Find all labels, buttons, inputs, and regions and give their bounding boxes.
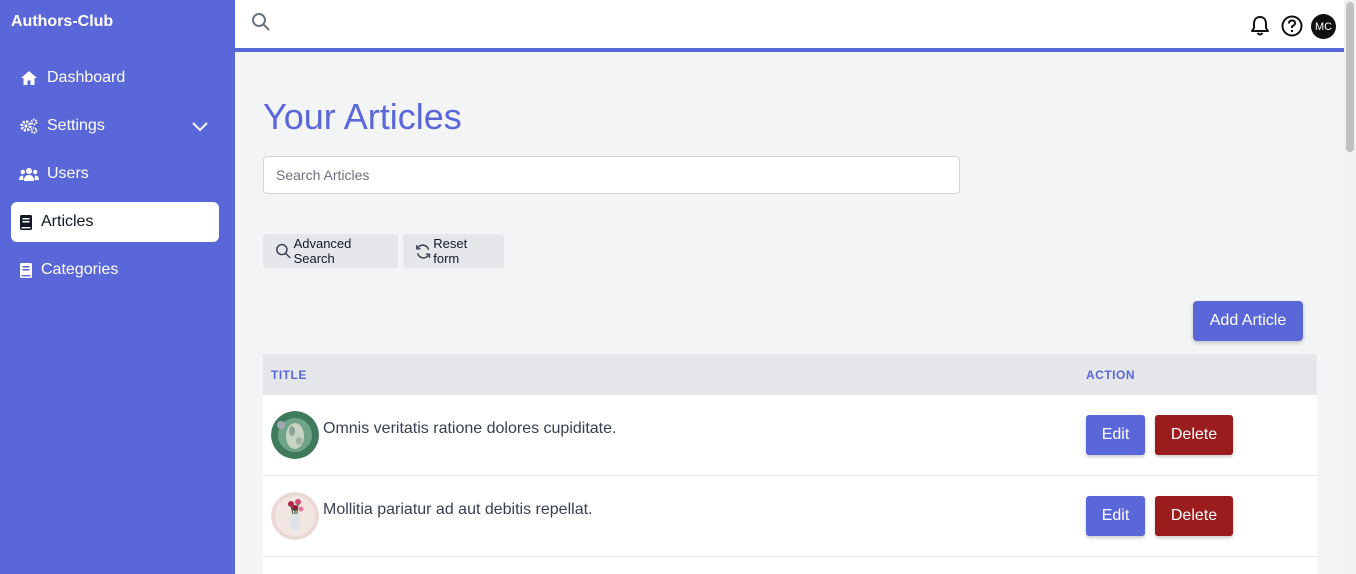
bell-icon[interactable] [1249, 15, 1271, 37]
refresh-icon [416, 243, 431, 259]
reset-form-button[interactable]: Reset form [403, 234, 504, 268]
edit-button[interactable]: Edit [1086, 496, 1145, 536]
edit-button[interactable]: Edit [1086, 415, 1145, 455]
home-icon [19, 68, 39, 88]
search-icon[interactable] [251, 12, 271, 32]
advanced-search-label: Advanced Search [293, 236, 352, 266]
sidebar-item-articles[interactable]: Articles [11, 202, 219, 242]
top-bar: MC [235, 0, 1344, 52]
avatar[interactable]: MC [1311, 14, 1336, 39]
sidebar-item-label: Dashboard [47, 69, 126, 86]
sidebar-item-label: Categories [41, 261, 119, 278]
gears-icon [19, 116, 39, 136]
page-title: Your Articles [263, 96, 462, 137]
book-icon [19, 212, 33, 232]
article-thumbnail [271, 492, 319, 540]
search-input[interactable] [263, 156, 960, 194]
search-icon [276, 243, 291, 259]
chevron-down-icon[interactable] [191, 117, 209, 135]
sidebar-item-label: Users [47, 165, 89, 182]
sidebar-item-label: Articles [41, 213, 94, 230]
sidebar-item-categories[interactable]: Categories [11, 250, 219, 290]
add-article-button[interactable]: Add Article [1193, 301, 1303, 341]
article-title: Mollitia pariatur ad aut debitis repella… [323, 501, 593, 518]
sidebar-item-users[interactable]: Users [11, 154, 219, 194]
sidebar-item-dashboard[interactable]: Dashboard [11, 58, 219, 98]
scrollbar-thumb[interactable] [1346, 2, 1354, 152]
table-row[interactable]: Omnis veritatis ratione dolores cupidita… [263, 395, 1317, 476]
brand-logo[interactable]: Authors-Club [11, 13, 113, 31]
book-icon [19, 260, 33, 280]
help-icon[interactable] [1281, 15, 1303, 37]
table-header: TITLE ACTION [263, 354, 1317, 395]
advanced-search-button[interactable]: Advanced Search [263, 234, 398, 268]
sidebar-item-label: Settings [47, 117, 105, 134]
reset-form-label: Reset form [433, 236, 468, 266]
users-icon [19, 164, 39, 184]
articles-table: TITLE ACTION Omnis veritatis ratione dol… [263, 354, 1317, 574]
article-title: Omnis veritatis ratione dolores cupidita… [323, 420, 617, 437]
delete-button[interactable]: Delete [1155, 496, 1233, 536]
table-row[interactable]: Mollitia pariatur ad aut debitis repella… [263, 476, 1317, 557]
column-header-action: ACTION [1086, 368, 1135, 382]
sidebar: Authors-Club Dashboard Settings Users Ar… [0, 0, 235, 574]
column-header-title[interactable]: TITLE [271, 368, 307, 382]
delete-button[interactable]: Delete [1155, 415, 1233, 455]
scrollbar[interactable] [1344, 0, 1356, 574]
article-thumbnail [271, 411, 319, 459]
sidebar-item-settings[interactable]: Settings [11, 106, 219, 146]
